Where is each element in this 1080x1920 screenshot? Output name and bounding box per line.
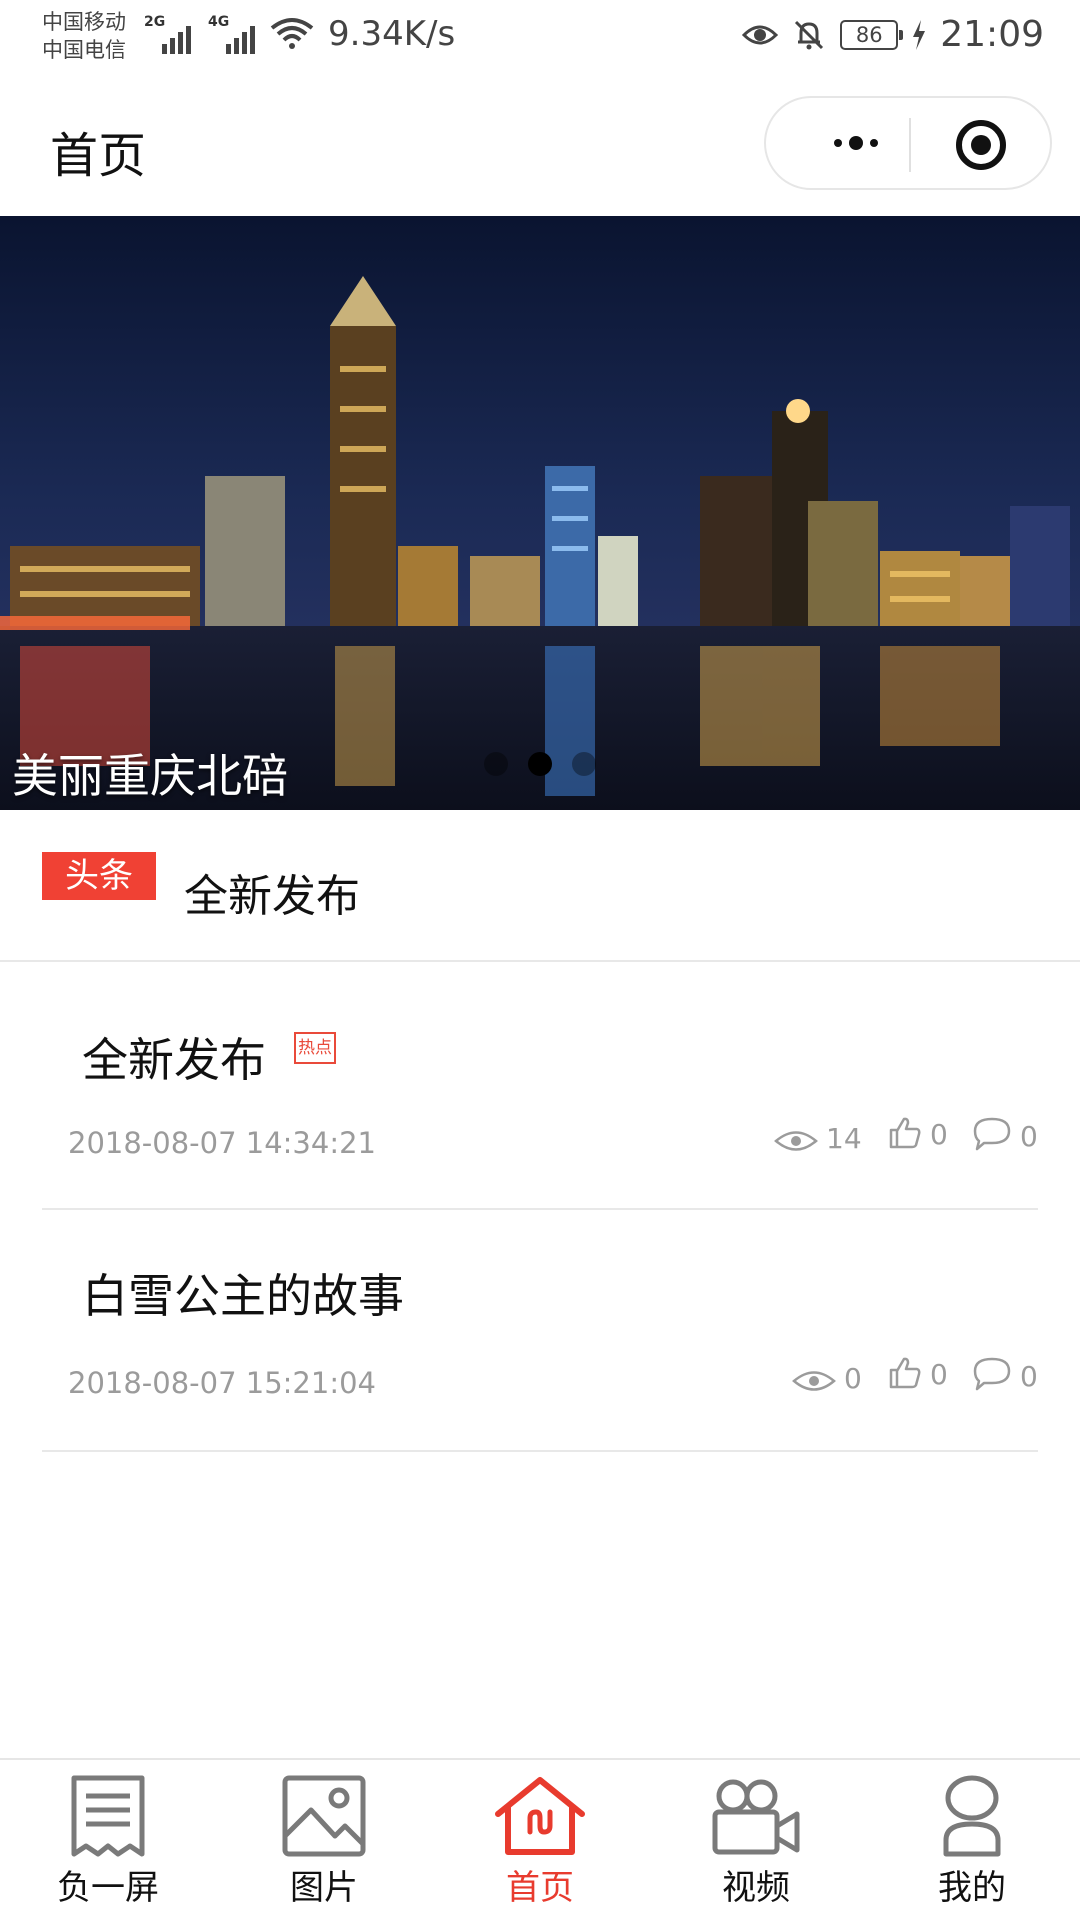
- comment-bubble-icon[interactable]: [972, 1116, 1012, 1152]
- view-count: 0: [792, 1364, 862, 1394]
- signal-bars-icon: [162, 20, 191, 54]
- article-date: 2018-08-07 14:34:21: [68, 1126, 376, 1160]
- article-item[interactable]: 白雪公主的故事 2018-08-07 15:21:04 0 0 0: [42, 1212, 1038, 1452]
- article-item[interactable]: 全新发布 热点 2018-08-07 14:34:21 14 0 0: [42, 964, 1038, 1210]
- tab-bar: 负一屏 图片 首页 视频 我的: [0, 1758, 1080, 1920]
- like-count[interactable]: 0: [888, 1116, 948, 1150]
- like-count[interactable]: 0: [888, 1356, 948, 1390]
- like-count-value: 0: [930, 1118, 948, 1151]
- tab-home[interactable]: 首页: [432, 1760, 648, 1920]
- banner-carousel[interactable]: 美丽重庆北碚: [0, 216, 1080, 810]
- banner-caption: 美丽重庆北碚: [12, 749, 288, 803]
- more-dots-icon[interactable]: [806, 118, 906, 168]
- city-night-image: [0, 216, 1080, 810]
- article-date: 2018-08-07 15:21:04: [68, 1366, 376, 1400]
- eye-comfort-icon: [742, 25, 779, 44]
- tab-negative-one-screen[interactable]: 负一屏: [0, 1760, 216, 1920]
- page-title: 首页: [50, 128, 147, 184]
- charging-bolt-icon: [913, 19, 926, 50]
- carousel-dot[interactable]: [572, 752, 596, 776]
- comment-count-value: 0: [1020, 1120, 1038, 1153]
- comment-count[interactable]: 0: [972, 1356, 1038, 1392]
- eye-icon: [774, 1131, 818, 1151]
- person-icon: [943, 1775, 1001, 1857]
- battery-level: 86: [840, 19, 904, 50]
- article-title[interactable]: 白雪公主的故事: [82, 1260, 404, 1326]
- view-count-value: 14: [826, 1122, 862, 1155]
- headline-text[interactable]: 全新发布: [184, 860, 360, 924]
- status-right: 86 21:09: [742, 14, 1044, 55]
- mute-bell-icon: [795, 20, 824, 49]
- signal-bars-icon: [226, 20, 255, 54]
- tab-label: 图片: [290, 1868, 358, 1908]
- image-icon: [282, 1775, 366, 1857]
- comment-count-value: 0: [1020, 1360, 1038, 1393]
- tab-video[interactable]: 视频: [648, 1760, 864, 1920]
- status-bar: 中国移动 中国电信 2G 4G 9.34K/s 86 21:09: [0, 0, 1080, 76]
- wifi-icon: [270, 18, 314, 49]
- net-speed: 9.34K/s: [328, 14, 456, 54]
- title-bar: 首页: [0, 76, 1080, 216]
- tab-label: 我的: [938, 1868, 1006, 1908]
- view-count-value: 0: [844, 1362, 862, 1395]
- headline-ticker[interactable]: 头条 全新发布: [0, 810, 1080, 962]
- comment-count[interactable]: 0: [972, 1116, 1038, 1152]
- eye-icon: [792, 1371, 836, 1391]
- carousel-dots: [484, 752, 596, 776]
- thumbs-up-icon[interactable]: [888, 1116, 922, 1150]
- capsule-divider: [909, 118, 911, 172]
- carousel-dot-active[interactable]: [528, 752, 552, 776]
- carrier-names: 中国移动 中国电信: [42, 8, 126, 64]
- view-count: 14: [774, 1124, 862, 1154]
- comment-bubble-icon[interactable]: [972, 1356, 1012, 1392]
- home-icon: [495, 1777, 585, 1855]
- receipt-icon: [71, 1775, 145, 1857]
- carrier-2: 中国电信: [42, 38, 126, 62]
- target-circle-icon[interactable]: [956, 120, 1006, 170]
- tab-label: 首页: [506, 1868, 574, 1908]
- carrier-1: 中国移动: [42, 10, 126, 34]
- tab-label: 视频: [722, 1868, 790, 1908]
- clock: 21:09: [940, 14, 1044, 55]
- headline-badge: 头条: [42, 852, 156, 900]
- article-title[interactable]: 全新发布: [82, 1024, 266, 1090]
- video-camera-icon: [712, 1779, 800, 1855]
- thumbs-up-icon[interactable]: [888, 1356, 922, 1390]
- like-count-value: 0: [930, 1358, 948, 1391]
- mini-program-capsule: [764, 96, 1052, 190]
- carousel-dot[interactable]: [484, 752, 508, 776]
- hot-tag: 热点: [294, 1032, 336, 1064]
- tab-label: 负一屏: [57, 1868, 159, 1908]
- tab-images[interactable]: 图片: [216, 1760, 432, 1920]
- tab-me[interactable]: 我的: [864, 1760, 1080, 1920]
